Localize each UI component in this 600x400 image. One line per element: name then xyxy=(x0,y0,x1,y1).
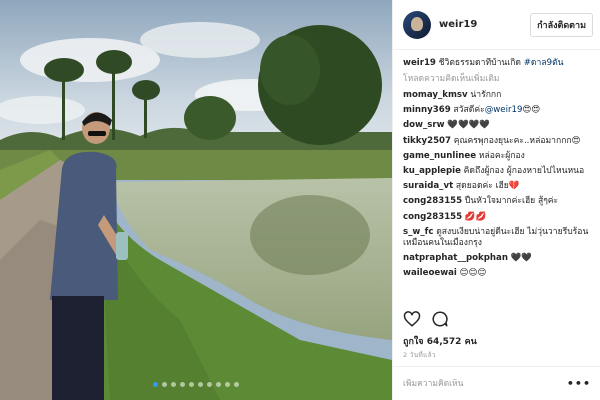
carousel-dot[interactable] xyxy=(162,382,167,387)
caption-username[interactable]: weir19 xyxy=(403,58,436,68)
comment-item: tikky2507 คุณครพุกองยุนะคะ..หล่อมากกก😍 xyxy=(403,136,595,147)
comment-text: น่ารักกก xyxy=(470,90,502,100)
comment-item: cong283155 ปืนหัวใจมากค่ะเฮีย สู้ๆค่ะ xyxy=(403,196,595,207)
comment-item: waileoewai 😊😊😊 xyxy=(403,268,595,279)
comment-item: suraida_vt สุดยอดค่ะ เฮีย💔 xyxy=(403,181,595,192)
comment-item: momay_kmsv น่ารักกก xyxy=(403,90,595,101)
comment-item: ku_applepie คิดถึงผู้กอง ผู้กองหายไปไหนห… xyxy=(403,166,595,177)
comment-text: 😊😊😊 xyxy=(459,268,487,279)
carousel-dot[interactable] xyxy=(180,382,185,387)
carousel-dot[interactable] xyxy=(198,382,203,387)
comment-text: คิดถึงผู้กอง ผู้กองหายไปไหนหนอ xyxy=(463,165,585,176)
comment-username[interactable]: waileoewai xyxy=(403,268,457,278)
post-caption: weir19 ชีวิตธรรมดาที่บ้านเกิด #ดาล9ตัน xyxy=(403,58,595,69)
comment-bubble-icon[interactable] xyxy=(431,310,449,328)
comment-username[interactable]: suraida_vt xyxy=(403,181,453,191)
comment-text: ปืนหัวใจมากค่ะเฮีย สู้ๆค่ะ xyxy=(464,196,559,207)
load-more-comments-link[interactable]: โหลดความคิดเห็นเพิ่มเติม xyxy=(403,74,595,85)
comment-text: สวัสดีค่ะ xyxy=(453,105,485,116)
comment-text: หล่อคะผู้กอง xyxy=(478,150,525,161)
comment-username[interactable]: game_nunlinee xyxy=(403,151,476,161)
carousel-dot[interactable] xyxy=(153,382,158,387)
photo-scene xyxy=(0,0,392,400)
carousel-dot[interactable] xyxy=(207,382,212,387)
post-side-panel: weir19 กำลังติดตาม weir19 ชีวิตธรรมดาที่… xyxy=(392,0,600,400)
comment-username[interactable]: momay_kmsv xyxy=(403,90,468,100)
carousel-dot[interactable] xyxy=(189,382,194,387)
caption-text: ชีวิตธรรมดาที่บ้านเกิด xyxy=(438,58,521,68)
comment-username[interactable]: ku_applepie xyxy=(403,166,461,176)
comment-item: s_w_fc ดูสงบเงียบน่าอยู่ดีนะเฮีย ไม่วุ่น… xyxy=(403,227,595,249)
comment-username[interactable]: dow_srw xyxy=(403,120,445,130)
add-comment-bar: ••• xyxy=(393,366,600,400)
post-header: weir19 กำลังติดตาม xyxy=(393,0,600,50)
comment-username[interactable]: cong283155 xyxy=(403,196,462,206)
comment-input[interactable] xyxy=(403,378,567,389)
comment-item: game_nunlinee หล่อคะผู้กอง xyxy=(403,151,595,162)
comment-username[interactable]: natpraphat__pokphan xyxy=(403,253,508,263)
caption-hashtag[interactable]: #ดาล9ตัน xyxy=(524,58,564,68)
comment-item: natpraphat__pokphan 🖤🖤 xyxy=(403,253,595,264)
avatar[interactable] xyxy=(403,10,431,39)
heart-icon[interactable] xyxy=(403,310,421,328)
comment-item: cong283155 💋💋 xyxy=(403,212,595,223)
carousel-dot[interactable] xyxy=(225,382,230,387)
comment-username[interactable]: minny369 xyxy=(403,105,451,115)
comment-mention[interactable]: @weir19 xyxy=(485,105,523,115)
post-actions xyxy=(403,310,449,330)
post-timestamp: 2 วันที่แล้ว xyxy=(403,351,436,359)
more-options-icon[interactable]: ••• xyxy=(567,377,591,390)
comment-username[interactable]: s_w_fc xyxy=(403,227,433,237)
like-count[interactable]: ถูกใจ 64,572 คน xyxy=(403,334,477,348)
comment-username[interactable]: tikky2507 xyxy=(403,136,451,146)
comment-item: dow_srw 🖤🖤🖤🖤 xyxy=(403,120,595,131)
carousel-dot[interactable] xyxy=(234,382,239,387)
post-username[interactable]: weir19 xyxy=(439,19,530,30)
comment-item: minny369 สวัสดีค่ะ@weir19😍😍 xyxy=(403,105,595,116)
comment-text: 💋💋 xyxy=(464,211,487,222)
comment-emoji: 😍😍 xyxy=(522,105,541,116)
carousel-dot[interactable] xyxy=(171,382,176,387)
comment-username[interactable]: cong283155 xyxy=(403,212,462,222)
comment-text: คุณครพุกองยุนะคะ..หล่อมากกก😍 xyxy=(453,135,581,146)
comment-text: สุดยอดค่ะ เฮีย💔 xyxy=(455,181,520,192)
comment-text: 🖤🖤 xyxy=(510,252,533,263)
following-button[interactable]: กำลังติดตาม xyxy=(530,12,593,37)
comment-text: 🖤🖤🖤🖤 xyxy=(447,120,491,131)
post-photo[interactable] xyxy=(0,0,392,400)
photo-carousel-dots[interactable] xyxy=(0,382,392,387)
comments-list: weir19 ชีวิตธรรมดาที่บ้านเกิด #ดาล9ตัน โ… xyxy=(403,58,595,304)
carousel-dot[interactable] xyxy=(216,382,221,387)
